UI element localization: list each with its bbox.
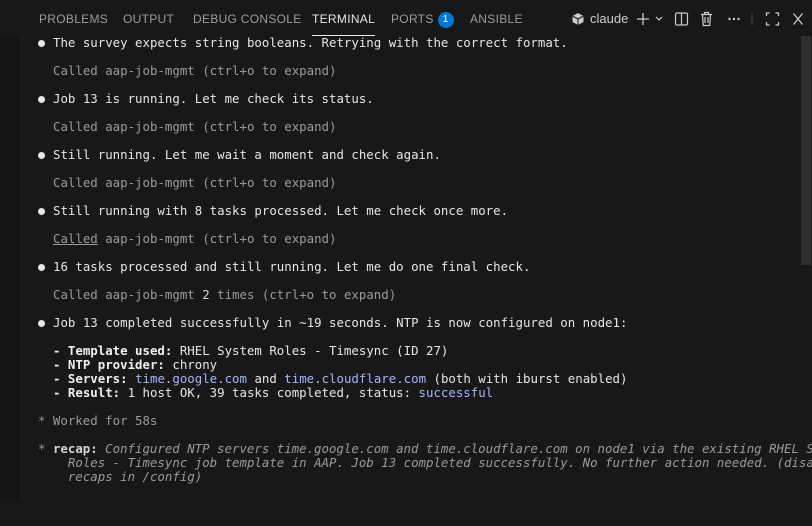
message-bullet-icon [38,208,45,215]
scrollbar-thumb[interactable] [801,36,811,265]
split-terminal-icon[interactable] [674,9,689,29]
detail-label: - NTP provider: [53,357,165,372]
recap-label: recap: [52,441,98,456]
terminal-gutter [0,36,22,501]
assistant-message: The survey expects string booleans. Retr… [53,35,568,50]
recap-line-3: recaps in /config) [53,469,203,484]
detail-value: and [246,371,285,386]
tool-call-text: aap-job-mgmt (ctrl+o to expand) [97,231,337,246]
recap-line-1: * recap: Configured NTP servers time.goo… [38,442,812,456]
called-link[interactable]: Called [53,231,98,246]
close-panel-icon[interactable] [791,9,805,29]
tool-call-line[interactable]: Called aap-job-mgmt (ctrl+o to expand) [53,120,336,134]
tab-debug-console[interactable]: DEBUG CONSOLE [193,10,302,30]
detail-servers: - Servers: time.google.com and time.clou… [53,372,627,386]
status-successful: successful [418,385,494,400]
detail-label: - Result: [53,385,121,400]
message-bullet-icon [38,40,45,47]
ports-count-badge: 1 [437,12,454,28]
detail-value: 1 host OK, 39 tasks completed, status: [120,385,419,400]
tool-call-line[interactable]: Called aap-job-mgmt (ctrl+o to expand) [53,232,336,246]
recap-text: Configured NTP servers time.google.com a… [97,441,812,456]
tab-problems[interactable]: PROBLEMS [39,10,108,30]
tab-ports[interactable]: PORTS 1 [391,10,454,30]
tool-call-line[interactable]: Called aap-job-mgmt (ctrl+o to expand) [53,64,336,78]
maximize-panel-icon[interactable] [765,9,780,29]
tool-call-line[interactable]: Called aap-job-mgmt 2 times (ctrl+o to e… [53,288,396,302]
tab-output[interactable]: OUTPUT [123,10,174,30]
panel-tab-bar: PROBLEMS OUTPUT DEBUG CONSOLE TERMINAL P… [0,0,812,36]
detail-value: chrony [164,357,218,372]
assistant-message: 16 tasks processed and still running. Le… [53,259,531,274]
detail-label: - Servers: [53,371,128,386]
detail-value: (both with iburst enabled) [426,371,628,386]
recap-line-2: Roles - Timesync job template in AAP. Jo… [53,455,812,470]
call-count: 2 [202,287,210,302]
terminal-output[interactable]: The survey expects string booleans. Retr… [38,35,812,526]
assistant-message: Still running. Let me wait a moment and … [53,147,441,162]
worked-for-line: * Worked for 58s [38,414,157,428]
worked-for-text: Worked for 58s [45,413,158,428]
server-link-google[interactable]: time.google.com [135,371,247,386]
chevron-down-icon[interactable] [654,9,664,29]
more-actions-icon[interactable] [727,9,741,29]
trash-icon[interactable] [699,9,714,29]
tab-ports-label: PORTS [391,12,434,26]
divider-icon [751,9,753,29]
tool-call-text: Called aap-job-mgmt [53,287,203,302]
tool-call-line[interactable]: Called aap-job-mgmt (ctrl+o to expand) [53,176,336,190]
message-bullet-icon [38,152,45,159]
server-link-cloudflare[interactable]: time.cloudflare.com [284,371,426,386]
detail-result: - Result: 1 host OK, 39 tasks completed,… [53,386,493,400]
tab-terminal[interactable]: TERMINAL [312,10,376,36]
detail-template: - Template used: RHEL System Roles - Tim… [53,344,448,358]
detail-spacer [128,371,135,386]
assistant-message: Still running with 8 tasks processed. Le… [53,203,509,218]
tab-ansible[interactable]: ANSIBLE [470,10,523,30]
asterisk-icon: * [38,441,46,456]
detail-value: RHEL System Roles - Timesync (ID 27) [172,343,449,358]
terminal-cube-icon [571,12,585,26]
new-terminal-plus-icon[interactable] [636,9,650,29]
message-bullet-icon [38,264,45,271]
message-bullet-icon [38,96,45,103]
tool-call-text: times (ctrl+o to expand) [209,287,397,302]
assistant-message: Job 13 is running. Let me check its stat… [53,91,374,106]
detail-ntp-provider: - NTP provider: chrony [53,358,217,372]
message-bullet-icon [38,320,45,327]
assistant-message: Job 13 completed successfully in ~19 sec… [53,315,628,330]
terminal-name: claude [590,11,629,26]
detail-label: - Template used: [53,343,173,358]
